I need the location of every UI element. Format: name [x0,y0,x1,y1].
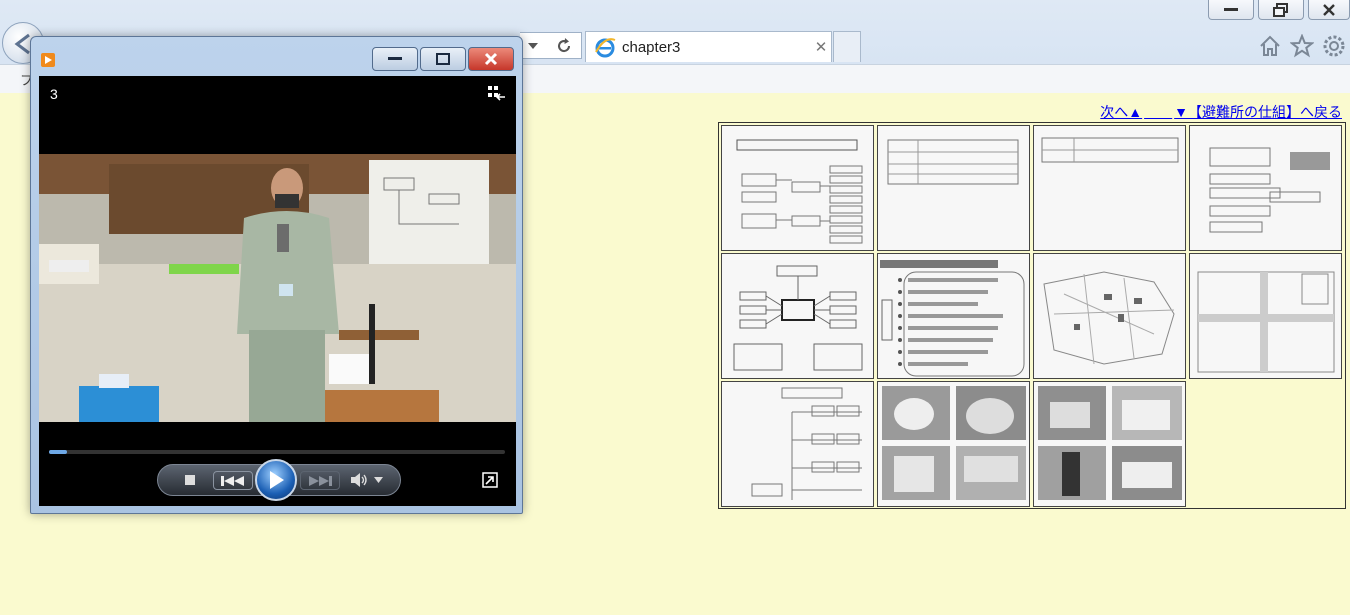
slide-image [736,139,863,244]
restore-icon [1273,2,1288,17]
slide-thumbnail[interactable] [1189,125,1342,251]
media-player-window[interactable]: 3 [30,36,523,514]
stop-button[interactable] [185,475,195,485]
slide-thumbnail[interactable] [1189,253,1342,379]
chevron-down-icon [374,477,383,483]
slide-thumbnail[interactable] [877,253,1030,379]
home-icon[interactable] [1258,34,1282,58]
play-button[interactable] [255,459,297,501]
close-button[interactable] [1308,0,1350,20]
player-body: 3 [39,76,516,506]
next-button[interactable] [300,471,340,490]
slide-thumbnail[interactable] [1033,125,1186,251]
player-maximize-button[interactable] [420,47,466,71]
slide-thumbnail[interactable] [721,125,874,251]
window-controls [1208,0,1350,20]
slide-thumbnail[interactable] [721,253,874,379]
tab-chapter3[interactable]: chapter3 ✕ [585,31,832,62]
seek-bar[interactable] [49,450,505,454]
player-close-button[interactable] [468,47,514,71]
video-frame[interactable] [39,154,516,422]
media-player-icon [41,53,55,67]
previous-icon [221,475,244,486]
video-image [39,154,516,422]
slide-image [1209,147,1330,233]
next-link[interactable]: 次へ▲ [1100,102,1142,122]
close-icon [484,52,498,66]
slide-image [882,386,1026,500]
slide-image [880,260,1025,377]
minimize-icon [388,57,402,60]
maximize-icon [436,53,450,65]
dropdown-arrow-icon[interactable] [528,42,539,50]
slide-thumbnail[interactable] [721,381,874,507]
switch-to-library-icon[interactable] [488,85,506,101]
slide-thumbnail[interactable] [877,125,1030,251]
minimize-icon [1224,7,1238,11]
slide-image [751,387,862,500]
minimize-button[interactable] [1208,0,1254,20]
fullscreen-icon[interactable] [482,472,498,488]
player-minimize-button[interactable] [372,47,418,71]
slide-image [887,139,1019,185]
back-to-shelter-link[interactable]: ▼【避難所の仕組】へ戻る [1174,102,1342,122]
blank-spacer-link[interactable]: ＿＿ [1144,102,1172,122]
browser-tools [1258,34,1346,58]
previous-button[interactable] [213,471,253,490]
player-window-controls [372,47,514,71]
playback-controls [157,459,401,501]
new-tab-button[interactable] [833,31,861,62]
speaker-icon [351,473,367,487]
slide-image [1041,137,1179,163]
settings-gear-icon[interactable] [1322,34,1346,58]
ie-logo-icon [595,38,616,58]
page-nav: 次へ▲ ＿＿ ▼【避難所の仕組】へ戻る [1100,102,1342,122]
close-icon [1323,3,1335,16]
slide-image [1043,271,1175,365]
slide-thumbnail[interactable] [877,381,1030,507]
tab-title: chapter3 [622,38,681,56]
slide-thumbnail[interactable] [1033,381,1186,507]
volume-button[interactable] [350,472,383,488]
play-icon [270,471,284,489]
next-icon [309,475,332,486]
slide-thumbnail[interactable] [1033,253,1186,379]
tab-close-icon[interactable]: ✕ [811,38,831,56]
favorites-star-icon[interactable] [1290,34,1314,58]
address-bar-controls [520,32,582,59]
refresh-icon[interactable] [555,37,573,55]
slide-image [1038,386,1182,500]
restore-button[interactable] [1258,0,1304,20]
track-number: 3 [50,86,58,102]
slide-image [1197,271,1335,373]
slide-thumbnail-grid [718,122,1346,509]
seek-progress [49,450,68,454]
slide-image [733,265,863,371]
